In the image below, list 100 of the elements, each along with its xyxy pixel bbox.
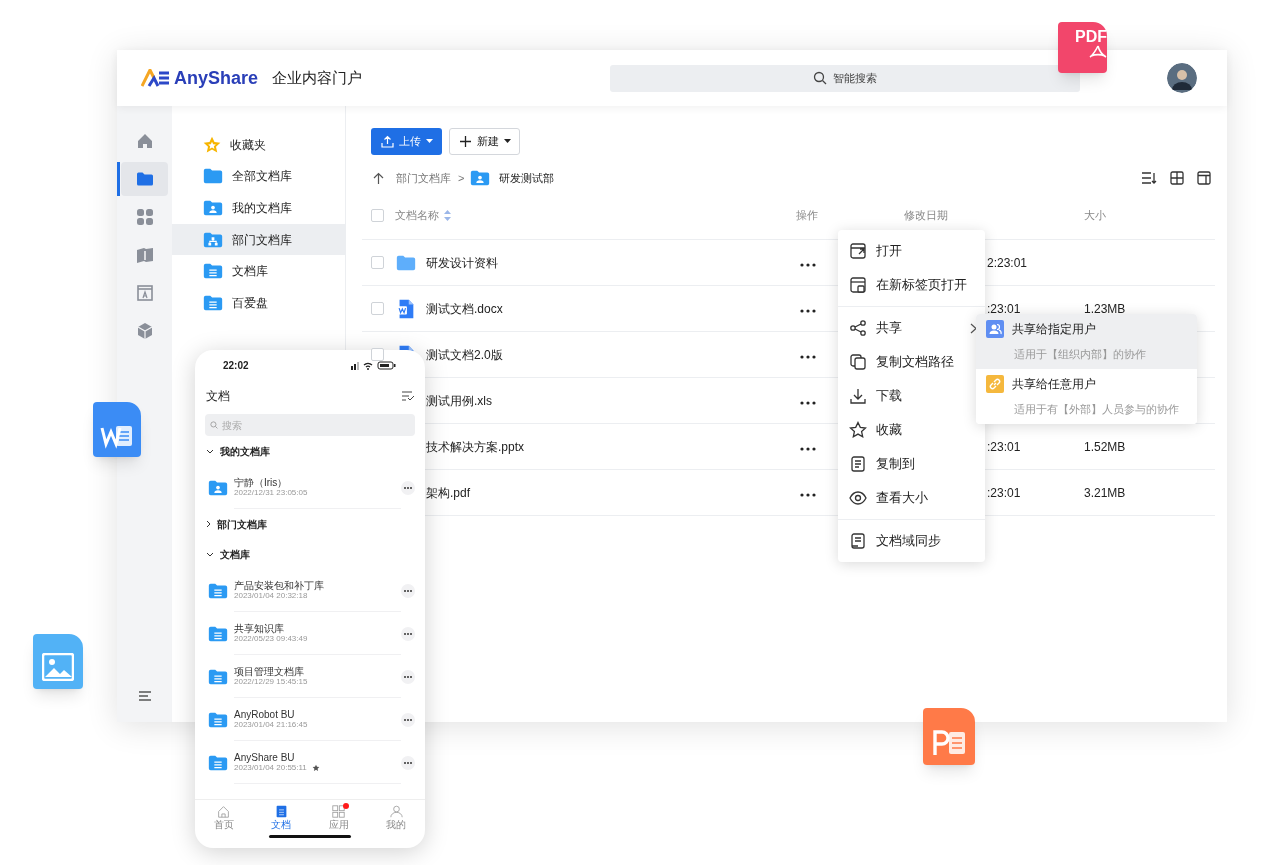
more-icon[interactable] <box>800 308 816 313</box>
more-icon[interactable] <box>800 492 816 497</box>
library-row[interactable]: 宁静（Iris） 2022/12/31 23:05:05 <box>195 466 425 509</box>
menu-item[interactable]: 文档域同步 <box>838 524 985 558</box>
copy-to-icon <box>849 455 867 473</box>
nav-item[interactable]: 收藏夹 <box>172 129 345 161</box>
search-field[interactable]: 智能搜索 <box>610 64 1081 92</box>
tab[interactable]: 文档 <box>252 800 310 835</box>
sync-icon <box>849 532 867 550</box>
avatar <box>1167 63 1197 93</box>
screen-title: 文档 <box>206 388 230 405</box>
breadcrumb-current: 研发测试部 <box>499 170 555 186</box>
menu-item-title: 共享给指定用户 <box>1012 321 1096 339</box>
menu-item-title: 共享给任意用户 <box>1012 376 1096 394</box>
library-name: 共享知识库 <box>234 622 285 635</box>
users-icon <box>986 320 1004 339</box>
library-row[interactable]: AnyShare BU 2023/01/04 20:55:11 <box>195 741 425 784</box>
folder-icon <box>135 170 154 188</box>
open-icon <box>849 242 867 260</box>
rail-item[interactable] <box>121 162 168 196</box>
library-date: 2022/05/23 09:43:49 <box>234 634 308 644</box>
home-icon <box>135 132 154 150</box>
menu-item[interactable]: 复制到 <box>838 447 985 481</box>
size-cell: 1.23MB <box>1084 301 1126 316</box>
nav-item[interactable]: 百爱盘 <box>172 286 345 319</box>
text-box-icon <box>135 284 154 302</box>
new-button[interactable]: 新建 <box>449 128 520 155</box>
star-icon <box>849 421 867 439</box>
menu-item[interactable]: 查看大小 <box>838 481 985 515</box>
section-header[interactable]: 文档库 <box>195 539 425 569</box>
more-icon[interactable] <box>401 712 415 727</box>
more-icon[interactable] <box>800 400 816 405</box>
plus-icon <box>458 135 472 148</box>
library-row[interactable]: 共享知识库 2022/05/23 09:43:49 <box>195 612 425 655</box>
nav-item[interactable]: 部门文档库 <box>172 223 345 256</box>
checkbox[interactable] <box>371 209 384 222</box>
date-cell: :23:01 <box>987 485 1021 500</box>
tab[interactable]: 我的 <box>367 800 425 835</box>
library-row[interactable]: 项目管理文档库 2022/12/29 15:45:15 <box>195 655 425 698</box>
image-file-icon <box>33 634 83 689</box>
library-date: 2023/01/04 20:55:11 <box>234 763 307 773</box>
library-date: 2022/12/31 23:05:05 <box>234 488 308 498</box>
apps-icon <box>135 208 154 226</box>
nav-item[interactable]: 我的文档库 <box>172 192 345 224</box>
sort-icon[interactable] <box>1141 171 1157 185</box>
checkbox[interactable] <box>371 302 384 315</box>
menu-item[interactable]: 共享给任意用户 适用于有【外部】人员参与的协作 <box>976 369 1197 424</box>
person-icon <box>389 805 403 818</box>
more-icon[interactable] <box>401 583 415 598</box>
library-date: 2022/12/29 15:45:15 <box>234 677 308 687</box>
chevron-down-icon <box>206 551 214 557</box>
share-icon <box>849 319 867 337</box>
panel-layout-icon[interactable] <box>1197 171 1211 185</box>
section-header[interactable]: 我的文档库 <box>195 436 425 466</box>
more-icon[interactable] <box>401 755 415 770</box>
up-arrow-icon[interactable] <box>372 171 385 185</box>
more-icon[interactable] <box>800 262 816 267</box>
pdf-file-icon: PDF <box>1058 22 1107 73</box>
logo-text: AnyShare <box>174 66 259 90</box>
more-icon[interactable] <box>800 446 816 451</box>
file-name[interactable]: 测试用例.xls <box>426 391 492 410</box>
menu-item[interactable]: 在新标签页打开 <box>838 268 985 302</box>
more-icon[interactable] <box>401 480 415 495</box>
tab[interactable]: 应用 <box>310 800 368 835</box>
nav-item[interactable]: 全部文档库 <box>172 160 345 193</box>
library-name: 宁静（Iris） <box>234 476 289 489</box>
filter-icon[interactable] <box>402 391 414 401</box>
checkbox[interactable] <box>371 256 384 269</box>
status-time: 22:02 <box>223 358 249 373</box>
menu-item[interactable]: 打开 <box>838 234 985 268</box>
grid-view-icon[interactable] <box>1170 171 1184 185</box>
tab[interactable]: 首页 <box>195 800 253 835</box>
more-icon[interactable] <box>800 354 816 359</box>
file-name[interactable]: 研发设计资料 <box>426 253 498 272</box>
more-icon[interactable] <box>401 626 415 641</box>
download-icon <box>849 387 867 405</box>
size-cell: 3.21MB <box>1084 485 1126 500</box>
upload-button[interactable]: 上传 <box>371 128 442 155</box>
library-row[interactable]: AnyRobot BU 2023/01/04 21:16:45 <box>195 698 425 741</box>
chevron-right-icon <box>206 520 211 528</box>
checkbox[interactable] <box>371 348 384 361</box>
section-header[interactable]: 部门文档库 <box>195 509 425 539</box>
menu-item[interactable]: 共享给指定用户 适用于【组织内部】的协作 <box>976 314 1197 369</box>
more-icon[interactable] <box>401 669 415 684</box>
nav-item[interactable]: 文档库 <box>172 255 345 287</box>
link-icon <box>986 375 1004 394</box>
size-cell: 1.52MB <box>1084 439 1126 454</box>
file-name[interactable]: 测试文档.docx <box>426 299 503 318</box>
breadcrumb-link[interactable]: 部门文档库 <box>396 169 451 187</box>
file-name[interactable]: 架构.pdf <box>426 483 470 502</box>
book-icon <box>135 246 154 264</box>
column-header: 修改日期 <box>904 209 948 222</box>
menu-icon[interactable] <box>138 691 152 703</box>
library-date: 2023/01/04 21:16:45 <box>234 720 308 730</box>
column-header: 大小 <box>1084 209 1106 222</box>
file-name[interactable]: 测试文档2.0版 <box>426 345 503 364</box>
library-row[interactable]: 产品安装包和补丁库 2023/01/04 20:32:18 <box>195 569 425 612</box>
column-header[interactable]: 文档名称 <box>395 207 439 224</box>
file-name[interactable]: 技术解决方案.pptx <box>426 437 524 456</box>
menu-item-description: 适用于有【外部】人员参与的协作 <box>1013 402 1180 418</box>
